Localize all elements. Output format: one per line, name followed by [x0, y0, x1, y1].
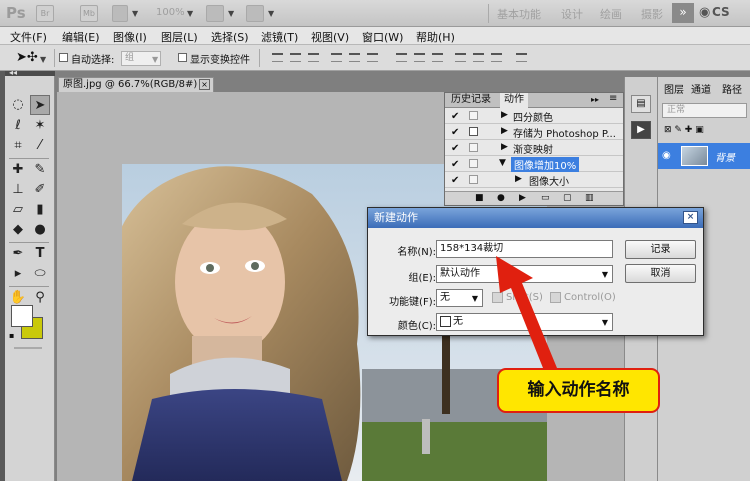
arrow-shape: [496, 256, 557, 373]
annotation-callout: 输入动作名称: [497, 368, 660, 413]
foreground-color-swatch[interactable]: [11, 305, 33, 327]
